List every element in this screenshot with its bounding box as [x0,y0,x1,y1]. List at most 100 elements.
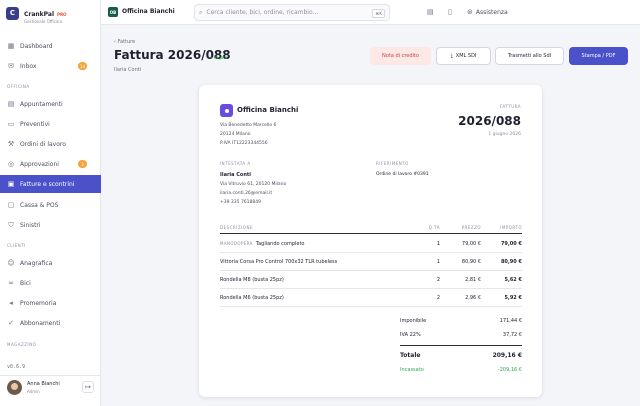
billed-to-email: ilaria.conti.26@email.it [220,191,273,196]
inbox-icon: ✉ [8,62,14,70]
line-total: 5,62 € [504,276,522,283]
sidebar-item-ordini[interactable]: ⚒ Ordini di lavoro [0,135,101,153]
line-qty: 1 [436,258,440,265]
avatar[interactable] [7,380,22,395]
section-label-officina: OFFICINA [7,84,30,89]
vat-row: IVA 22% 37,72 € [400,328,522,343]
reference-value: Ordine di lavoro #0391 [376,172,429,177]
company-address-line: Via Benedetto Marcello 6 [220,123,277,128]
sidebar-item-label: Cassa & POS [20,201,59,209]
line-price: 79,00 € [461,240,481,247]
paid-value: -209,16 € [497,367,522,373]
sidebar-item-label: Abbonamenti [20,319,61,327]
sidebar-item-appuntamenti[interactable]: ▤ Appuntamenti [0,95,101,113]
sidebar-item-preventivi[interactable]: ▭ Preventivi [0,115,101,133]
line-total: 79,00 € [500,240,522,247]
sidebar-item-label: Inbox [20,62,37,70]
shop-logo: OB [108,7,118,17]
sidebar-item-bici[interactable]: ∞ Bici [0,274,101,292]
table-row: Rondella M6 (busta 25pz) 2 2,96 € 5,92 € [220,289,522,307]
taxable-label: Imponibile [400,318,427,324]
print-pdf-button[interactable]: Stampa / PDF [569,47,628,65]
company-vat: P.IVA IT12223344556 [220,141,268,146]
table-row: MANODOPERA Tagliando completo 1 79,00 € 7… [220,235,522,253]
help-icon: ⊛ [467,8,473,16]
search-input[interactable] [206,9,367,16]
help-label: Assistenza [475,8,508,16]
check-circle-icon: ◎ [7,160,15,168]
divider [400,345,522,346]
divider [0,375,101,376]
inbox-count-badge: 14 [77,62,87,70]
line-description: Rondella M8 (busta 25pz) [220,276,284,283]
sidebar-item-cassa[interactable]: ▢ Cassa & POS [0,196,101,214]
book-icon[interactable]: ▯ [448,8,452,16]
sidebar-item-label: Bici [20,279,31,287]
brand-name: CrankPal [24,10,55,18]
user-role: Admin [27,389,40,394]
sidebar-item-label: Fatture e scontrini [20,180,75,188]
sidebar-item-label: Appuntamenti [20,100,63,108]
calendar-icon[interactable]: ▤ [427,8,434,16]
search-shortcut: ⌘K [372,9,385,18]
xml-sdi-button[interactable]: ⤓ XML SDI [436,47,491,65]
taxable-row: Imponibile 171,44 € [400,314,522,329]
logout-button[interactable]: ↦ [82,381,94,393]
sidebar-item-anagrafica[interactable]: ☺ Anagrafica [0,254,101,272]
line-total: 80,90 € [500,258,522,265]
users-icon: ☺ [7,259,15,267]
help-button[interactable]: ⊛ Assistenza [467,8,508,16]
cash-icon: ▢ [7,201,15,209]
brand[interactable]: C CrankPal PRO Gestionale Officina [6,5,67,23]
billed-to-phone: +39 335 7618849 [220,200,261,205]
sidebar-item-label: Dashboard [20,42,53,50]
billed-to-label: INTESTATA A [220,161,251,166]
pro-badge: PRO [57,11,67,17]
paid-row: Incassato -209,16 € [400,363,522,378]
billed-to-address: Via Vitruvio 61, 20120 Milano [220,182,287,187]
sidebar-item-inbox[interactable]: ✉ Inbox 14 [0,57,101,75]
invoice-document: Officina Bianchi Via Benedetto Marcello … [199,85,542,397]
app-version: v0.6.9 [7,364,26,370]
customer-link[interactable]: Ilaria Conti [114,67,141,73]
column-header-total: IMPORTO [500,224,522,230]
sidebar-item-dashboard[interactable]: ▦ Dashboard [0,37,101,55]
sidebar: C CrankPal PRO Gestionale Officina ▦ Dash… [0,0,101,406]
send-sdi-button[interactable]: Trasmetti allo SdI [495,47,564,65]
company-logo-icon [220,104,233,117]
line-total: 5,92 € [504,294,522,301]
sidebar-item-label: Sinistri [20,221,41,229]
sidebar-item-abbonamenti[interactable]: ✓ Abbonamenti [0,314,101,332]
search-box: ⌕ ⌘K [194,4,390,21]
line-price: 2,81 € [465,276,481,283]
line-price: 80,90 € [461,258,481,265]
topbar: OB Officina Bianchi ⌕ ⌘K ▤ ▯ ⊛ Assistenz… [101,0,640,25]
sidebar-item-approvazioni[interactable]: ◎ Approvazioni 3 [0,155,101,173]
sidebar-item-label: Anagrafica [20,259,53,267]
shop-name[interactable]: Officina Bianchi [122,8,175,15]
credit-note-button[interactable]: Nota di credito [370,47,431,65]
table-row: Vittoria Corsa Pro Control 700x32 TLR tu… [220,253,522,271]
company-address-line: 20124 Milano [220,132,251,137]
section-label-magazzino: MAGAZZINO [7,342,37,347]
wrench-icon: ⚒ [7,140,15,148]
line-qty: 2 [436,294,440,301]
total-value: 209,16 € [492,352,522,359]
sidebar-item-label: Approvazioni [20,160,59,168]
search-icon: ⌕ [199,8,203,16]
download-icon: ⤓ [450,53,453,59]
sidebar-item-promemoria[interactable]: ◂ Promemoria [0,294,101,312]
vat-value: 37,72 € [502,332,522,338]
sidebar-item-label: Ordini di lavoro [20,140,66,148]
logout-icon: ↦ [85,383,91,391]
reference-label: RIFERIMENTO [376,161,409,166]
column-header-price: PREZZO [461,224,481,230]
breadcrumb[interactable]: ‹ Fatture [114,39,135,45]
billed-to-name: Ilaria Conti [220,172,252,178]
sidebar-item-fatture[interactable]: ▣ Fatture e scontrini [0,175,101,193]
sidebar-item-sinistri[interactable]: ⛉ Sinistri [0,216,101,234]
column-header-qty: Q.TÀ [428,224,440,230]
company-name: Officina Bianchi [237,106,299,114]
user-name: Anna Bianchi [27,381,60,387]
sidebar-item-label: Promemoria [20,299,57,307]
